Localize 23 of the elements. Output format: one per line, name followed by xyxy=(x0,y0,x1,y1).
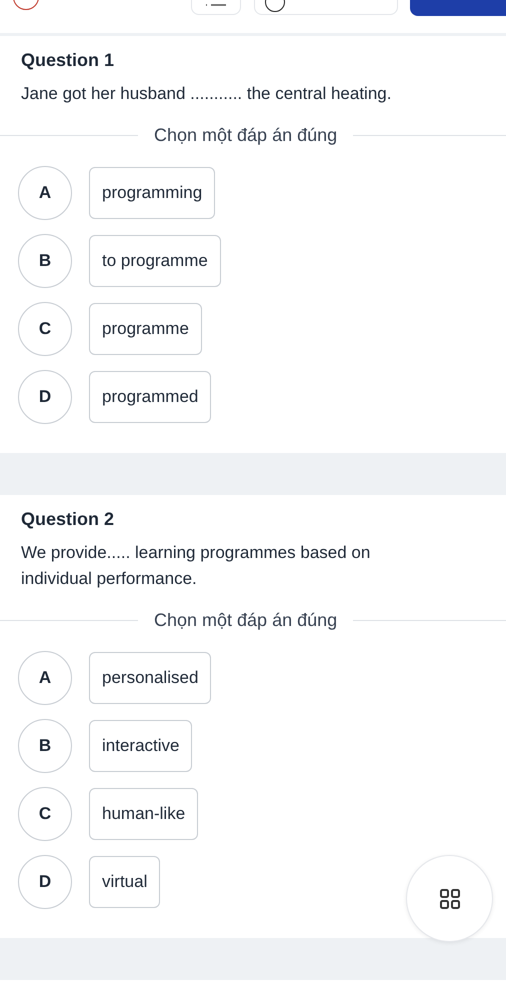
answer-option[interactable]: programming xyxy=(89,167,216,219)
grid-icon xyxy=(438,888,460,910)
answer-option[interactable]: personalised xyxy=(89,652,212,704)
answer-option[interactable]: human-like xyxy=(89,788,198,840)
option-letter-button[interactable]: D xyxy=(18,370,72,424)
instruction-label: Chọn một đáp án đúng xyxy=(153,125,338,146)
answer-option[interactable]: programmed xyxy=(89,371,212,423)
option-letter-button[interactable]: C xyxy=(18,302,72,356)
question-text: We provide..... learning programmes based on individual performance. xyxy=(20,542,372,590)
option-letter-button[interactable]: A xyxy=(18,166,72,220)
question-title: Question 2 xyxy=(20,509,116,530)
answer-option[interactable]: programme xyxy=(89,303,202,355)
option-letter-button[interactable]: C xyxy=(18,787,72,841)
answer-option[interactable]: virtual xyxy=(89,856,160,908)
instruction-label: Chọn một đáp án đúng xyxy=(153,610,338,631)
option-letter-button[interactable]: D xyxy=(18,855,72,909)
answer-option[interactable]: interactive xyxy=(89,720,192,772)
option-letter-button[interactable]: A xyxy=(18,651,72,705)
option-letter-button[interactable]: B xyxy=(18,234,72,288)
option-letter-button[interactable]: B xyxy=(18,719,72,773)
question-title: Question 1 xyxy=(20,50,116,71)
answer-option[interactable]: to programme xyxy=(89,235,221,287)
question-text: Jane got her husband ........... the central heating. xyxy=(20,83,392,105)
